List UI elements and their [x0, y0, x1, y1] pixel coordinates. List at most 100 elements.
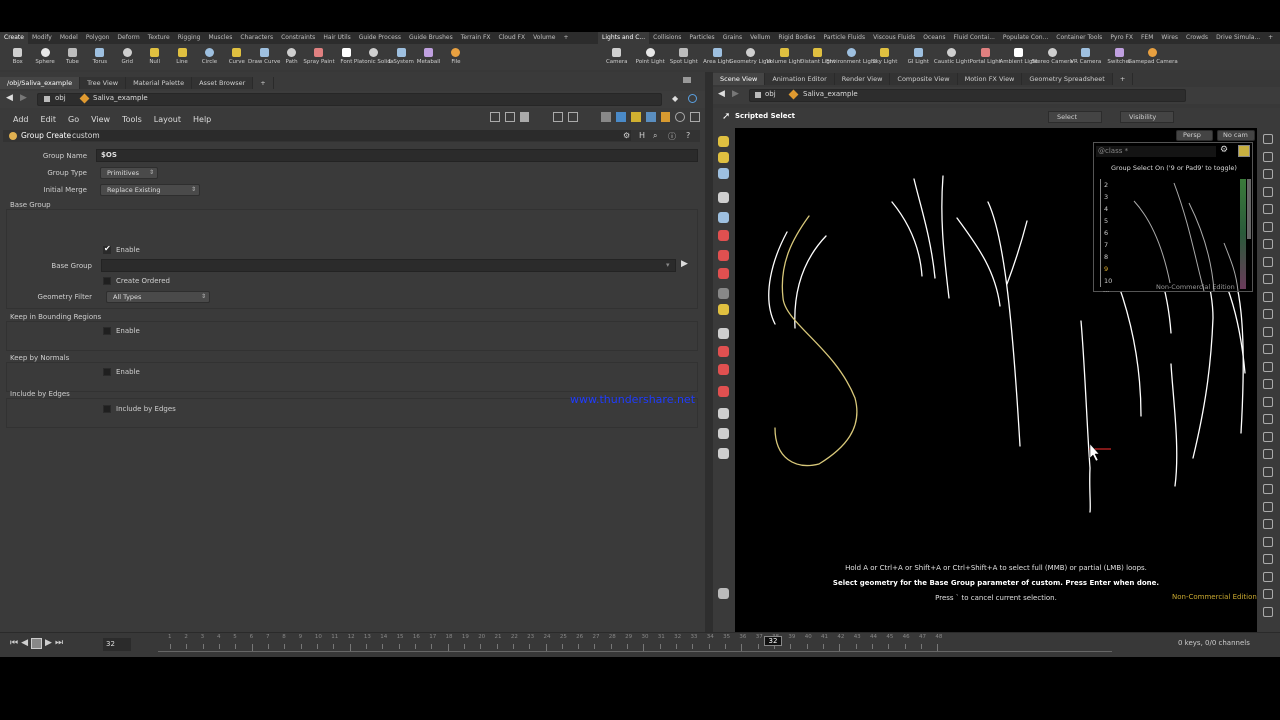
- tool-torus[interactable]: Torus: [86, 44, 113, 65]
- pane-tab-motion-fx-view[interactable]: Motion FX View: [957, 73, 1023, 85]
- lock-icon[interactable]: [718, 212, 729, 223]
- tool-spot-light[interactable]: Spot Light: [667, 44, 701, 65]
- viewport[interactable]: @class * ⚙ Group Select On ('9 or Pad9' …: [735, 128, 1257, 632]
- view-icon[interactable]: [718, 304, 729, 315]
- tool-tube[interactable]: Tube: [59, 44, 86, 65]
- display-option-icon[interactable]: [1263, 134, 1273, 144]
- tool-circle[interactable]: Circle: [196, 44, 223, 65]
- shelf-tab-particles[interactable]: Particles: [685, 32, 718, 44]
- curve-12[interactable]: [1170, 363, 1178, 487]
- tool-l-system[interactable]: L-System: [387, 44, 414, 65]
- curve-9[interactable]: [1080, 320, 1091, 513]
- shelf-tab-grains[interactable]: Grains: [719, 32, 746, 44]
- tool-platonic-solids[interactable]: Platonic Solids: [354, 44, 394, 65]
- display-option-icon[interactable]: [1263, 239, 1273, 249]
- display-option-icon[interactable]: [1263, 221, 1273, 232]
- shelf-tab-pyro-fx[interactable]: Pyro FX: [1106, 32, 1137, 44]
- shelf-tab-characters[interactable]: Characters: [236, 32, 277, 44]
- shelf-tab-hair-utils[interactable]: Hair Utils: [319, 32, 354, 44]
- tool-caustic-light[interactable]: Caustic Light: [934, 44, 970, 65]
- path-node-label[interactable]: Saliva_example: [93, 94, 148, 102]
- menu-add[interactable]: Add: [7, 115, 35, 124]
- tool-line[interactable]: Line: [168, 44, 195, 65]
- add-pane-tab-icon[interactable]: +: [253, 77, 274, 89]
- pane-tab-material-palette[interactable]: Material Palette: [126, 77, 193, 89]
- search-param-icon[interactable]: ⌕: [653, 131, 657, 141]
- menu-view[interactable]: View: [85, 115, 116, 124]
- tool-box[interactable]: Box: [4, 44, 31, 65]
- magnet-icon[interactable]: [718, 230, 729, 241]
- normals-enable-checkbox[interactable]: [103, 368, 111, 376]
- tool-stereo-camera[interactable]: Stereo Camera: [1032, 44, 1073, 65]
- display-option-icon[interactable]: [1263, 291, 1273, 302]
- pane-tab-obj-saliva-example[interactable]: /obj/Saliva_example: [0, 77, 81, 89]
- search-icon[interactable]: [675, 112, 686, 122]
- curve-3[interactable]: [891, 201, 923, 277]
- display-option-icon[interactable]: [1263, 449, 1273, 459]
- add-shelf-tab-icon[interactable]: +: [559, 32, 572, 44]
- shelf-tab-modify[interactable]: Modify: [28, 32, 56, 44]
- shelf-tab-drive-simula[interactable]: Drive Simula...: [1212, 32, 1264, 44]
- network-icon[interactable]: [645, 112, 656, 122]
- display-option-icon[interactable]: [1263, 519, 1273, 529]
- tool-draw-curve[interactable]: Draw Curve: [248, 44, 280, 65]
- shelf-tab-lights-and-c[interactable]: Lights and C...: [598, 32, 650, 44]
- display-option-icon[interactable]: [1263, 379, 1273, 389]
- shelf-tab-crowds[interactable]: Crowds: [1182, 32, 1212, 44]
- menu-go[interactable]: Go: [62, 115, 85, 124]
- curve-4[interactable]: [913, 178, 936, 279]
- link-icon[interactable]: [688, 94, 697, 103]
- shelf-tab-terrain-fx[interactable]: Terrain FX: [457, 32, 495, 44]
- display-option-icon[interactable]: [1263, 589, 1273, 599]
- tool-vr-camera[interactable]: VR Camera: [1069, 44, 1103, 65]
- base-group-enable-checkbox[interactable]: ✔: [103, 244, 111, 254]
- group-name-field[interactable]: $OS: [96, 149, 698, 162]
- display-option-icon[interactable]: [1263, 344, 1273, 354]
- shelf-tab-rigging[interactable]: Rigging: [174, 32, 205, 44]
- add-shelf-tab-icon[interactable]: +: [1264, 32, 1277, 44]
- snap-icon[interactable]: [718, 328, 729, 339]
- curve-1[interactable]: [768, 231, 788, 325]
- persp-dropdown[interactable]: Persp: [1176, 130, 1213, 141]
- display-option-icon[interactable]: [1263, 361, 1273, 372]
- display-option-icon[interactable]: [1263, 484, 1273, 494]
- curve-6[interactable]: [956, 217, 1001, 307]
- create-ordered-checkbox[interactable]: [103, 277, 111, 285]
- list-icon[interactable]: [519, 112, 530, 122]
- curve-5[interactable]: [941, 175, 950, 299]
- shelf-tab-wires[interactable]: Wires: [1157, 32, 1182, 44]
- tool-sky-light[interactable]: Sky Light: [868, 44, 902, 65]
- shelf-tab-rigid-bodies[interactable]: Rigid Bodies: [774, 32, 819, 44]
- pane-tab-animation-editor[interactable]: Animation Editor: [765, 73, 835, 85]
- add-pane-tab-icon[interactable]: +: [1113, 73, 1134, 85]
- display-option-icon[interactable]: [1263, 396, 1273, 407]
- help-icon[interactable]: ?: [686, 131, 690, 140]
- back-arrow-icon[interactable]: ◀: [718, 89, 725, 99]
- pane-tab-scene-view[interactable]: Scene View: [713, 73, 766, 85]
- forward-arrow-icon[interactable]: ▶: [732, 89, 739, 99]
- path-obj-label[interactable]: obj: [765, 90, 776, 98]
- prim-snap-icon[interactable]: [718, 386, 729, 397]
- shelf-tab-cloud-fx[interactable]: Cloud FX: [495, 32, 530, 44]
- path-node-label[interactable]: Saliva_example: [803, 90, 858, 98]
- move-icon[interactable]: [718, 168, 729, 179]
- shelf-tab-particle-fluids[interactable]: Particle Fluids: [820, 32, 870, 44]
- pane-menu-icon[interactable]: [683, 77, 691, 83]
- tool-point-light[interactable]: Point Light: [634, 44, 668, 65]
- tool-environment-light[interactable]: Environment Light: [826, 44, 877, 65]
- display-option-icon[interactable]: [1263, 554, 1273, 564]
- shelf-tab-create[interactable]: Create: [0, 32, 28, 44]
- select-icon[interactable]: [718, 136, 729, 147]
- display-option-icon[interactable]: [1263, 606, 1273, 617]
- tool-metaball[interactable]: Metaball: [415, 44, 442, 65]
- display-option-icon[interactable]: [1263, 414, 1273, 424]
- jump-start-icon[interactable]: ⏮: [10, 638, 18, 649]
- stop-icon[interactable]: [31, 638, 43, 649]
- tool-curve[interactable]: Curve: [223, 44, 250, 65]
- bounding-enable-checkbox[interactable]: [103, 327, 111, 335]
- shelf-tab-vellum[interactable]: Vellum: [746, 32, 774, 44]
- forward-arrow-icon[interactable]: ▶: [20, 93, 27, 103]
- base-group-dropdown-icon[interactable]: ▾: [666, 261, 670, 269]
- pane-tab-render-view[interactable]: Render View: [834, 73, 891, 85]
- frame-field[interactable]: 32: [103, 638, 131, 651]
